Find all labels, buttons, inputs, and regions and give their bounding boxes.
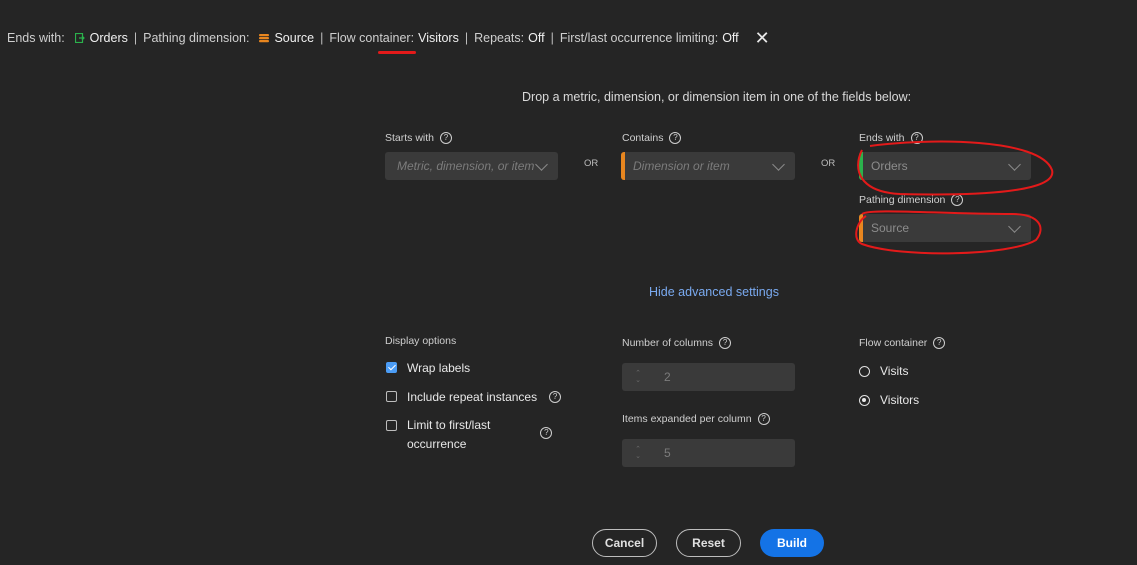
flow-option-visits[interactable]: Visits: [859, 364, 908, 378]
contains-label: Contains ?: [622, 132, 682, 144]
starts-with-field[interactable]: Metric, dimension, or item: [385, 152, 558, 180]
repeats-summary-label: Repeats:: [474, 31, 525, 45]
help-icon[interactable]: ?: [669, 132, 682, 144]
ends-with-label: Ends with ?: [859, 132, 923, 144]
metric-icon: [74, 33, 85, 43]
limit-first-last-checkbox[interactable]: [386, 420, 397, 431]
limit-first-last-option[interactable]: Limit to first/last occurrence ?: [386, 416, 553, 454]
include-repeat-option[interactable]: Include repeat instances ?: [386, 390, 562, 404]
help-icon[interactable]: ?: [540, 427, 553, 439]
flow-option-visitors[interactable]: Visitors: [859, 393, 919, 407]
build-button[interactable]: Build: [760, 529, 824, 557]
help-icon[interactable]: ?: [757, 413, 770, 425]
starts-with-label-text: Starts with: [385, 132, 435, 144]
number-of-columns-label-text: Number of columns: [622, 337, 714, 349]
flow-summary-label: Flow container:: [329, 31, 415, 45]
stepper-arrows-icon[interactable]: ⌃ ⌄: [632, 446, 644, 460]
flow-container-label-text: Flow container: [859, 337, 928, 349]
visits-radio[interactable]: [859, 365, 870, 377]
wrap-labels-option[interactable]: Wrap labels: [386, 361, 470, 375]
reset-button[interactable]: Reset: [676, 529, 741, 557]
ends-with-label-text: Ends with: [859, 132, 905, 144]
flow-container-label: Flow container ?: [859, 337, 946, 349]
include-repeat-checkbox[interactable]: [386, 391, 397, 402]
dimension-color-bar: [859, 214, 863, 242]
help-icon[interactable]: ?: [933, 337, 946, 349]
display-options-label: Display options: [385, 335, 457, 347]
limit-first-last-label-line2: occurrence: [407, 437, 467, 451]
close-icon[interactable]: ✕: [755, 29, 770, 47]
number-of-columns-stepper[interactable]: ⌃ ⌄ 2: [622, 363, 795, 391]
visitors-radio[interactable]: [859, 394, 870, 406]
ends-with-summary-value: Orders: [89, 31, 128, 45]
annotation-underline: [378, 51, 416, 54]
summary-bar: Ends with: Orders | Pathing dimension: S…: [7, 29, 770, 47]
dimension-color-bar: [621, 152, 625, 180]
contains-placeholder: Dimension or item: [633, 159, 730, 173]
flow-settings-panel: Ends with: Orders | Pathing dimension: S…: [0, 0, 1137, 565]
help-icon[interactable]: ?: [951, 194, 964, 206]
first-last-summary-label: First/last occurrence limiting:: [559, 31, 719, 45]
items-expanded-label-text: Items expanded per column: [622, 413, 752, 425]
visitors-label: Visitors: [880, 393, 920, 407]
wrap-labels-label: Wrap labels: [407, 361, 471, 375]
separator: |: [320, 31, 324, 45]
ends-with-field[interactable]: Orders: [859, 152, 1031, 180]
items-expanded-value: 5: [664, 446, 671, 460]
dimension-icon: [259, 34, 270, 43]
starts-with-placeholder: Metric, dimension, or item: [397, 159, 535, 173]
ends-with-summary-label: Ends with:: [7, 31, 65, 45]
number-of-columns-label: Number of columns ?: [622, 337, 732, 349]
flow-summary-value: Visitors: [418, 31, 459, 45]
contains-field[interactable]: Dimension or item: [621, 152, 795, 180]
help-icon[interactable]: ?: [440, 132, 453, 144]
pathing-summary-label: Pathing dimension:: [143, 31, 250, 45]
hide-advanced-settings-link[interactable]: Hide advanced settings: [649, 285, 779, 299]
chevron-down-icon[interactable]: [1008, 157, 1021, 171]
chevron-down-icon[interactable]: [1008, 219, 1021, 233]
items-expanded-label: Items expanded per column ?: [622, 413, 770, 425]
help-icon[interactable]: ?: [719, 337, 732, 349]
chevron-down-icon[interactable]: [772, 157, 785, 171]
visits-label: Visits: [880, 364, 909, 378]
wrap-labels-checkbox[interactable]: [386, 362, 397, 373]
separator: |: [464, 31, 469, 45]
help-icon[interactable]: ?: [910, 132, 923, 144]
annotation-circles: [855, 140, 1054, 255]
starts-with-label: Starts with ?: [385, 132, 453, 144]
chevron-down-icon[interactable]: [535, 157, 548, 171]
separator: |: [133, 31, 138, 45]
limit-first-last-label-line1: Limit to first/last: [407, 418, 491, 432]
number-of-columns-value: 2: [664, 370, 671, 384]
separator: |: [550, 31, 554, 45]
pathing-dimension-label: Pathing dimension ?: [859, 194, 964, 206]
ends-with-value: Orders: [871, 159, 908, 173]
metric-color-bar: [859, 152, 863, 180]
cancel-button[interactable]: Cancel: [592, 529, 657, 557]
contains-label-text: Contains: [622, 132, 664, 144]
limit-first-last-label: Limit to first/last occurrence: [407, 416, 490, 454]
or-label: OR: [821, 158, 836, 169]
repeats-summary-value: Off: [528, 31, 545, 45]
pathing-summary-value: Source: [274, 31, 315, 45]
items-expanded-stepper[interactable]: ⌃ ⌄ 5: [622, 439, 795, 467]
stepper-arrows-icon[interactable]: ⌃ ⌄: [632, 370, 644, 384]
pathing-dimension-field[interactable]: Source: [859, 214, 1031, 242]
or-label: OR: [584, 158, 599, 169]
instruction-text: Drop a metric, dimension, or dimension i…: [522, 90, 912, 104]
pathing-dimension-label-text: Pathing dimension: [859, 194, 946, 206]
help-icon[interactable]: ?: [549, 391, 562, 403]
include-repeat-label: Include repeat instances: [407, 390, 538, 404]
pathing-dimension-value: Source: [871, 221, 910, 235]
first-last-summary-value: Off: [722, 31, 739, 45]
